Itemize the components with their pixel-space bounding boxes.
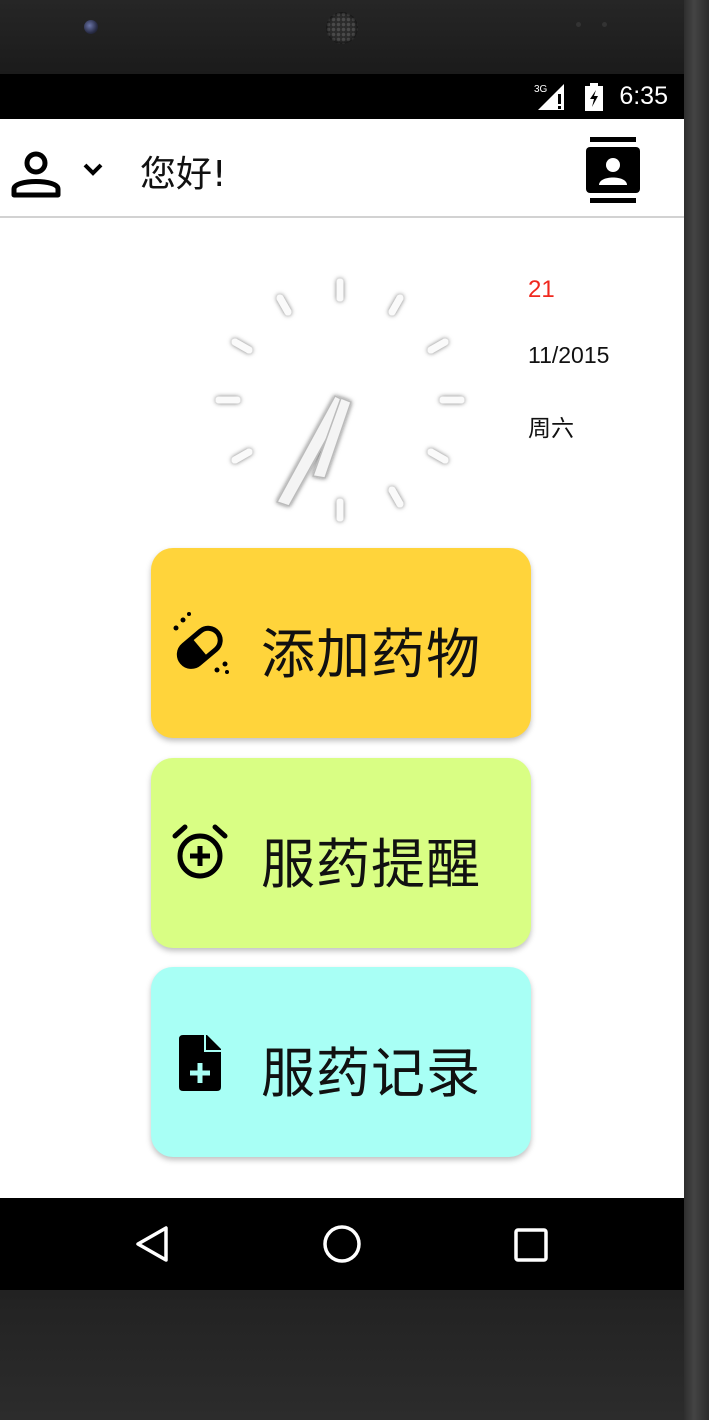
medication-record-button[interactable]: 服药记录 bbox=[151, 967, 531, 1157]
note-add-icon bbox=[179, 1035, 221, 1091]
device-bottom-bezel bbox=[0, 1290, 684, 1420]
back-icon[interactable] bbox=[132, 1224, 172, 1264]
contacts-icon[interactable] bbox=[584, 137, 642, 203]
clock-hands bbox=[275, 395, 352, 507]
medication-reminder-button[interactable]: 服药提醒 bbox=[151, 758, 531, 948]
device-top-bezel bbox=[0, 0, 709, 74]
greeting-text: 您好! bbox=[140, 154, 227, 195]
medication-reminder-label: 服药提醒 bbox=[261, 833, 481, 896]
date-weekday: 周六 bbox=[528, 416, 574, 442]
recents-icon[interactable] bbox=[512, 1226, 550, 1264]
alarm-add-icon bbox=[172, 824, 228, 879]
add-medicine-label: 添加药物 bbox=[261, 623, 481, 686]
navigation-bar bbox=[0, 1198, 684, 1290]
user-icon[interactable] bbox=[10, 151, 62, 199]
home-icon[interactable] bbox=[320, 1222, 364, 1266]
medication-record-label: 服药记录 bbox=[261, 1042, 481, 1105]
front-camera bbox=[84, 20, 98, 34]
battery-icon bbox=[585, 83, 603, 111]
phone-screen: 3G 6:35 您好! 21 11/2015 周六 添加药物 服药提醒 服药记录 bbox=[0, 74, 684, 1290]
chevron-down-icon[interactable] bbox=[82, 161, 104, 179]
status-time: 6:35 bbox=[619, 82, 668, 110]
device-right-edge bbox=[684, 0, 709, 1420]
status-bar: 3G 6:35 bbox=[0, 74, 684, 119]
pill-icon bbox=[173, 612, 229, 674]
app-bar: 您好! bbox=[0, 119, 684, 218]
date-month-year: 11/2015 bbox=[528, 342, 610, 368]
network-type-label: 3G bbox=[534, 84, 548, 95]
add-medicine-button[interactable]: 添加药物 bbox=[151, 548, 531, 738]
signal-icon: 3G bbox=[534, 84, 564, 110]
earpiece-speaker bbox=[326, 12, 358, 44]
analog-clock bbox=[215, 278, 465, 522]
date-day: 21 bbox=[528, 276, 555, 303]
proximity-sensors bbox=[576, 22, 610, 32]
